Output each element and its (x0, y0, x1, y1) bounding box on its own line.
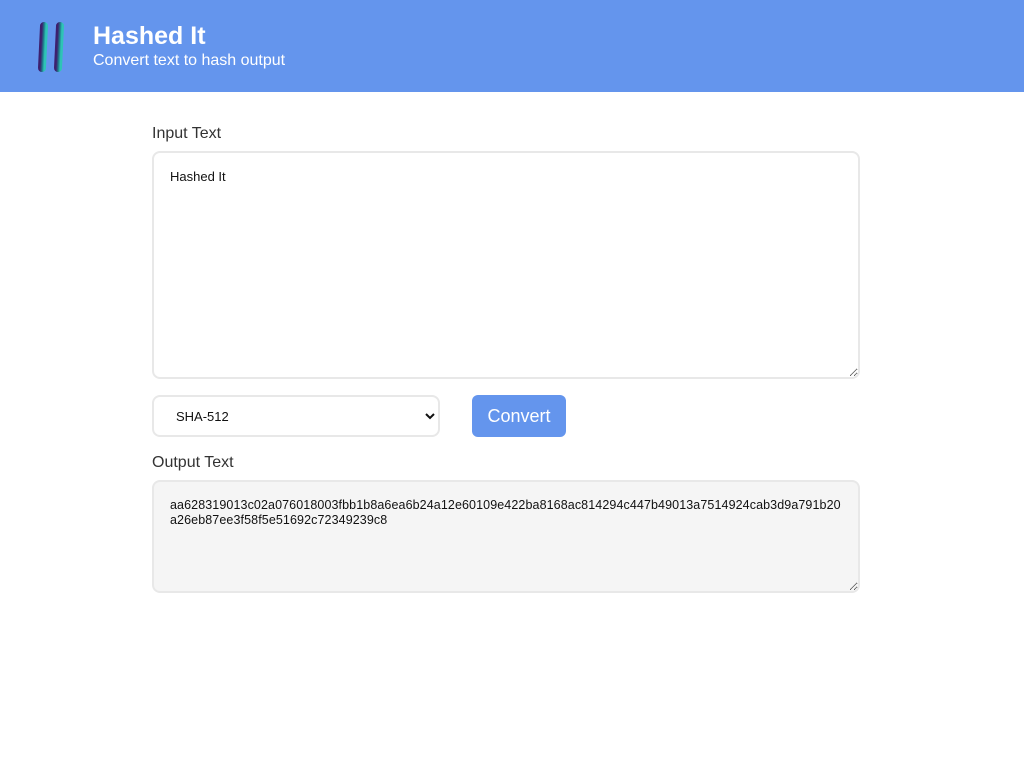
input-text-field[interactable]: Hashed It (152, 151, 860, 379)
app-subtitle: Convert text to hash output (93, 52, 286, 69)
output-text-label: Output Text (152, 454, 234, 471)
convert-button[interactable]: Convert (472, 395, 566, 437)
hash-algorithm-select[interactable]: SHA-512 (152, 395, 440, 437)
app-header: Hashed It Convert text to hash output (0, 0, 1024, 92)
input-text-label: Input Text (152, 125, 222, 142)
output-text-field[interactable]: aa628319013c02a076018003fbb1b8a6ea6b24a1… (152, 480, 860, 593)
hash-icon (26, 22, 76, 72)
app-title: Hashed It (93, 22, 206, 50)
